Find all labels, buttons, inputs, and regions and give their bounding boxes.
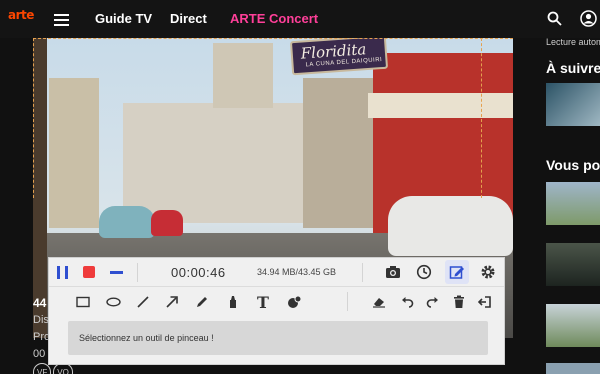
minimize-button[interactable] [110,271,123,274]
camera-icon[interactable] [381,260,405,284]
text-tool-icon[interactable]: T [251,290,275,314]
delete-icon[interactable] [447,290,471,314]
thumbnail-3[interactable] [546,243,600,286]
thumbnail-2[interactable] [546,182,600,225]
eraser-icon[interactable] [367,290,391,314]
hint-box: Sélectionnez un outil de pinceau ! [68,321,488,355]
thumbnail-5[interactable] [546,363,600,374]
blue-car [99,206,155,238]
right-sidebar: Lecture autom À suivre Vous pou [540,37,600,374]
capture-region-right [481,38,482,198]
gear-icon[interactable] [476,260,500,284]
rectangle-tool-icon[interactable] [71,290,95,314]
nav-arte-concert[interactable]: ARTE Concert [230,11,318,26]
top-navigation: arte Guide TV Direct ARTE Concert [0,0,600,38]
arte-logo[interactable]: arte [8,8,34,22]
recorder-status-row: 00:00:46 34.94 MB/43.45 GB [49,258,504,287]
pencil-tool-icon[interactable] [190,290,214,314]
clock-icon[interactable] [412,260,436,284]
building-tower [213,43,273,108]
arrow-tool-icon[interactable] [160,290,184,314]
you-might-like-heading: Vous pou [546,157,600,173]
white-car [388,196,513,256]
edit-icon[interactable] [445,260,469,284]
file-size: 34.94 MB/43.45 GB [257,267,337,277]
marker-tool-icon[interactable] [221,290,245,314]
drawing-tools-row: T [49,287,504,317]
separator [137,263,138,282]
nav-direct[interactable]: Direct [170,11,207,26]
thumbnail-1[interactable] [546,83,600,126]
recorder-toolbar: 00:00:46 34.94 MB/43.45 GB T Sélectionne… [48,257,505,365]
restaurant-awning [368,93,513,118]
building-center [123,103,303,223]
pause-button[interactable] [57,266,69,279]
hint-text: Sélectionnez un outil de pinceau ! [79,333,214,343]
redo-icon[interactable] [421,290,445,314]
exit-icon[interactable] [473,290,497,314]
autoplay-label[interactable]: Lecture autom [546,37,600,47]
step-number-tool-icon[interactable] [282,290,306,314]
menu-icon[interactable] [54,14,69,29]
line-tool-icon[interactable] [131,290,155,314]
search-icon[interactable] [547,11,562,26]
undo-icon[interactable] [395,290,419,314]
recording-timer: 00:00:46 [171,265,226,280]
building-left [49,78,99,228]
capture-region-top [33,38,513,39]
separator [347,292,348,311]
separator [362,263,363,282]
thumbnail-4[interactable] [546,304,600,347]
red-car [151,210,183,236]
user-account-icon[interactable] [580,10,597,27]
capture-region-left [33,38,34,198]
stop-button[interactable] [83,266,95,278]
up-next-heading: À suivre [546,60,600,76]
tree-trunk [33,38,47,338]
nav-guide-tv[interactable]: Guide TV [95,11,152,26]
ellipse-tool-icon[interactable] [101,290,125,314]
